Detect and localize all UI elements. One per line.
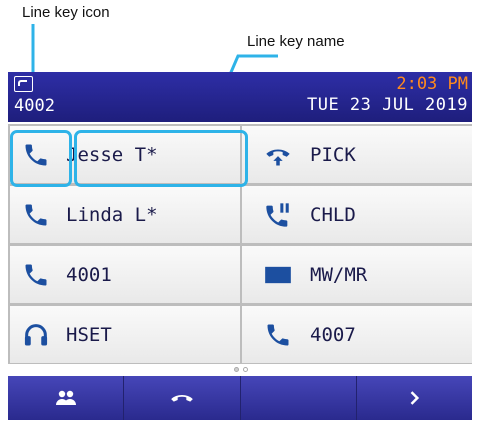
- soft-key-2[interactable]: [124, 376, 241, 420]
- line-key-4[interactable]: CHLD: [242, 186, 472, 243]
- line-key-label: CHLD: [310, 203, 356, 226]
- line-key-icon-highlight: [10, 130, 72, 187]
- page-dot-1: [234, 367, 239, 372]
- line-key-2[interactable]: PICK: [242, 126, 472, 183]
- page-indicator: [8, 364, 472, 376]
- handset-icon: [22, 260, 52, 290]
- extension-number: 4002: [14, 96, 55, 116]
- line-key-6[interactable]: MW/MR: [242, 246, 472, 303]
- line-key-7[interactable]: HSET: [10, 306, 240, 363]
- line-key-5[interactable]: 4001: [10, 246, 240, 303]
- line-key-label: MW/MR: [310, 263, 368, 286]
- pickup-icon: [264, 140, 294, 170]
- handset-status-icon: [14, 76, 33, 92]
- soft-key-3[interactable]: [241, 376, 357, 420]
- message-waiting-icon: [264, 260, 294, 290]
- soft-key-4[interactable]: [357, 376, 472, 420]
- clock-time: 2:03 PM: [396, 74, 468, 94]
- line-key-label: 4007: [310, 323, 356, 346]
- page-dot-2: [243, 367, 248, 372]
- soft-key-1[interactable]: [8, 376, 125, 420]
- line-key-3[interactable]: Linda L*: [10, 186, 240, 243]
- contacts-icon: [54, 386, 78, 410]
- status-header: 4002 2:03 PM TUE 23 JUL 2019: [8, 72, 472, 122]
- line-key-label: Linda L*: [66, 203, 158, 226]
- chevron-right-icon: [404, 388, 424, 408]
- handset-icon: [22, 200, 52, 230]
- line-key-name-annotation: Line key name: [247, 33, 345, 50]
- hang-up-icon: [169, 385, 195, 411]
- phone-display: 4002 2:03 PM TUE 23 JUL 2019 Jesse T* PIC…: [8, 72, 472, 420]
- headset-icon: [22, 320, 52, 350]
- line-key-icon-annotation: Line key icon: [22, 4, 110, 21]
- line-key-label: PICK: [310, 143, 356, 166]
- clock-date: TUE 23 JUL 2019: [306, 95, 468, 115]
- soft-key-bar: [8, 376, 472, 420]
- line-key-name-highlight: [74, 130, 248, 187]
- handset-icon: [264, 320, 294, 350]
- call-hold-icon: [264, 200, 294, 230]
- line-key-8[interactable]: 4007: [242, 306, 472, 363]
- line-key-label: HSET: [66, 323, 112, 346]
- line-key-label: 4001: [66, 263, 112, 286]
